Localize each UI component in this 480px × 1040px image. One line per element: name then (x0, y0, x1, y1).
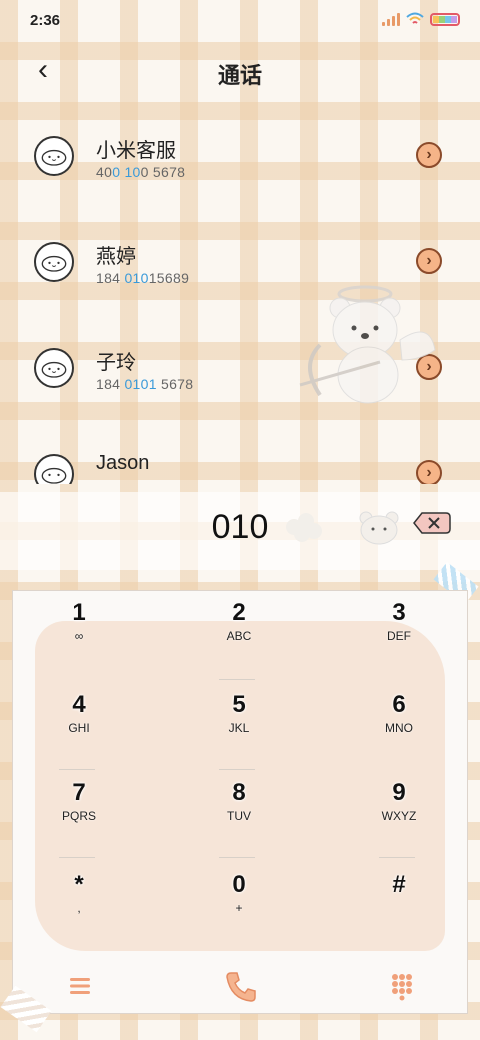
divider (219, 679, 255, 680)
contact-name: 小米客服 (96, 140, 176, 162)
menu-icon[interactable] (65, 971, 95, 1001)
divider (59, 769, 95, 770)
dial-key-9[interactable]: 9 WXYZ (339, 779, 459, 849)
dial-key-8[interactable]: 8 TUV (179, 779, 299, 849)
backspace-icon[interactable] (412, 508, 452, 538)
divider (219, 857, 255, 858)
contact-number: 184 0101 5678 (96, 376, 194, 392)
contact-number: 400 100 5678 (96, 164, 186, 180)
dial-key-3[interactable]: 3 DEF (339, 599, 459, 669)
dial-key-7[interactable]: 7 PQRS (19, 779, 139, 849)
voicemail-icon: ∞ (74, 629, 84, 643)
dial-key-0[interactable]: 0 + (179, 871, 299, 941)
chevron-right-icon[interactable]: › (416, 142, 442, 168)
chevron-right-icon[interactable]: › (416, 460, 442, 484)
battery-icon (430, 12, 460, 26)
header: ‹ 通话 (0, 48, 480, 92)
chevron-right-icon[interactable]: › (416, 248, 442, 274)
flower-sticker-icon (286, 513, 322, 542)
contact-name: 燕婷 (96, 246, 136, 268)
divider (59, 857, 95, 858)
dial-key-2[interactable]: 2 ABC (179, 599, 299, 669)
dial-key-4[interactable]: 4 GHI (19, 691, 139, 761)
avatar-icon (34, 454, 74, 484)
angel-bear-sticker-icon (299, 285, 436, 404)
dial-key-6[interactable]: 6 MNO (339, 691, 459, 761)
status-time: 2:36 (30, 12, 61, 29)
divider (219, 769, 255, 770)
dialed-number: 010 (211, 508, 269, 546)
avatar-icon (34, 136, 74, 176)
dial-key-5[interactable]: 5 JKL (179, 691, 299, 761)
status-bar: 2:36 (0, 0, 480, 40)
call-icon[interactable] (223, 969, 259, 1005)
dial-bar: 010 (0, 492, 480, 570)
page-title: 通话 (217, 63, 262, 88)
list-item[interactable]: 小米客服 400 100 5678 › (0, 112, 480, 202)
contact-number: 184 01015689 (96, 270, 190, 286)
wifi-icon (406, 12, 424, 24)
signal-icon (382, 12, 400, 26)
status-icons (382, 12, 460, 26)
dial-key-hash[interactable]: # (339, 871, 459, 941)
keypad-icon[interactable] (387, 971, 417, 1001)
bear-sticker-icon (359, 511, 399, 545)
dial-key-1[interactable]: 1 ∞ (19, 599, 139, 669)
avatar-icon (34, 348, 74, 388)
contact-name: 子玲 (96, 352, 136, 374)
list-item[interactable]: Jason › (0, 430, 480, 484)
dial-pad: 1 ∞ 2 ABC 3 DEF 4 GHI 5 JKL 6 MNO 7 PQRS 8 TUV 9… (12, 590, 468, 1014)
divider (379, 857, 415, 858)
contact-name: Jason (96, 452, 150, 474)
avatar-icon (34, 242, 74, 282)
dial-key-star[interactable]: *, (19, 871, 139, 941)
